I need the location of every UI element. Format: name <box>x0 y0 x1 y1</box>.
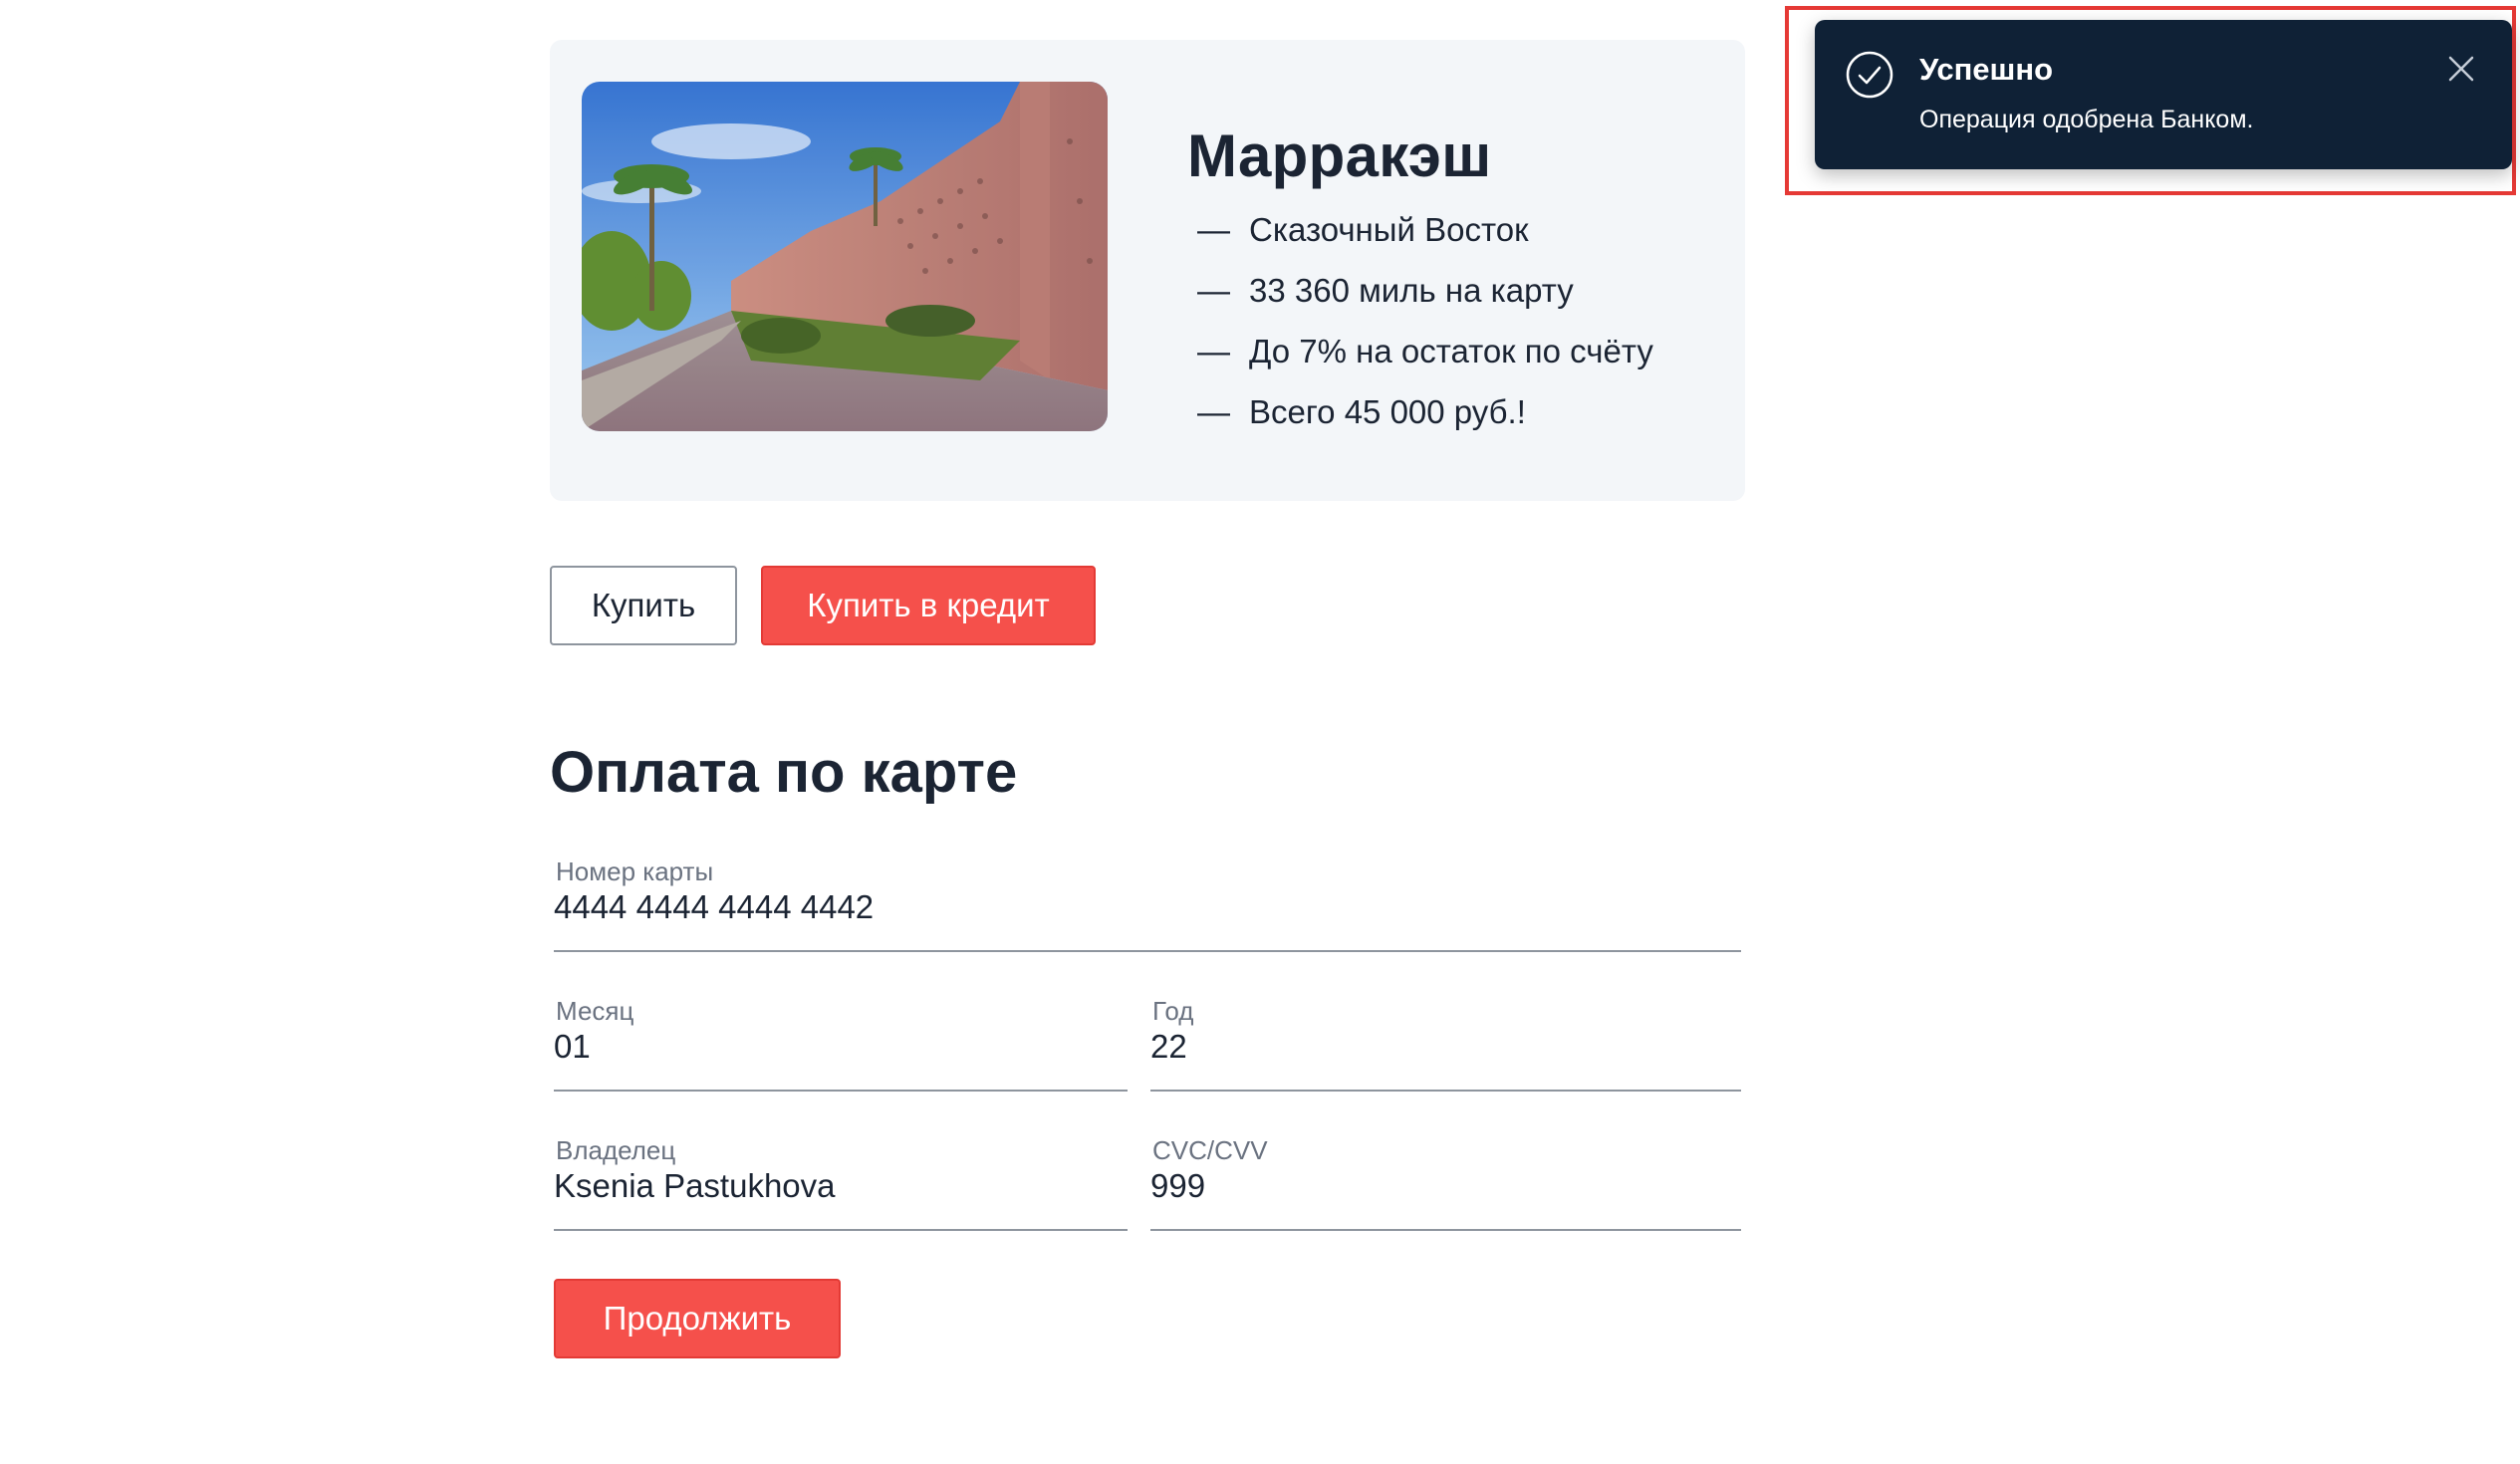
year-field[interactable]: Год 22 <box>1150 996 1741 1092</box>
payment-title: Оплата по карте <box>550 740 1018 805</box>
offer-feature-item: — 33 360 миль на карту <box>1197 260 1653 321</box>
feature-dash: — <box>1197 332 1230 369</box>
owner-label: Владелец <box>556 1135 676 1165</box>
offer-feature-item: — Сказочный Восток <box>1197 199 1653 260</box>
card-number-label: Номер карты <box>556 856 714 886</box>
month-field[interactable]: Месяц 01 <box>554 996 1128 1092</box>
buy-button[interactable]: Купить <box>550 566 737 645</box>
feature-text: 33 360 миль на карту <box>1249 271 1574 309</box>
offer-feature-list: — Сказочный Восток — 33 360 миль на карт… <box>1197 199 1653 442</box>
feature-text: Всего 45 000 руб.! <box>1249 392 1526 430</box>
page: Марракэш — Сказочный Восток — 33 360 мил… <box>0 0 2520 1464</box>
cvc-field[interactable]: CVC/CVV 999 <box>1150 1135 1741 1231</box>
offer-feature-item: — До 7% на остаток по счёту <box>1197 321 1653 381</box>
offer-feature-item: — Всего 45 000 руб.! <box>1197 381 1653 442</box>
feature-dash: — <box>1197 271 1230 309</box>
feature-dash: — <box>1197 210 1230 248</box>
owner-input[interactable]: Ksenia Pastukhova <box>554 1167 836 1205</box>
feature-text: Сказочный Восток <box>1249 210 1529 248</box>
cvc-label: CVC/CVV <box>1152 1135 1268 1165</box>
owner-field[interactable]: Владелец Ksenia Pastukhova <box>554 1135 1128 1231</box>
card-number-field[interactable]: Номер карты 4444 4444 4444 4442 <box>554 856 1741 952</box>
close-icon[interactable] <box>2446 54 2476 84</box>
success-notification: Успешно Операция одобрена Банком. <box>1815 20 2512 169</box>
feature-dash: — <box>1197 392 1230 430</box>
cvc-input[interactable]: 999 <box>1150 1167 1205 1205</box>
offer-card: Марракэш — Сказочный Восток — 33 360 мил… <box>550 40 1745 501</box>
card-number-input[interactable]: 4444 4444 4444 4442 <box>554 888 874 926</box>
check-circle-icon <box>1845 50 1894 100</box>
month-input[interactable]: 01 <box>554 1028 591 1066</box>
buy-credit-button[interactable]: Купить в кредит <box>761 566 1096 645</box>
offer-image <box>582 82 1108 431</box>
continue-button[interactable]: Продолжить <box>554 1279 841 1358</box>
feature-text: До 7% на остаток по счёту <box>1249 332 1653 369</box>
year-input[interactable]: 22 <box>1150 1028 1187 1066</box>
offer-title: Марракэш <box>1187 122 1492 189</box>
notification-title: Успешно <box>1919 52 2054 87</box>
month-label: Месяц <box>556 996 634 1026</box>
year-label: Год <box>1152 996 1194 1026</box>
notification-text: Операция одобрена Банком. <box>1919 106 2254 133</box>
